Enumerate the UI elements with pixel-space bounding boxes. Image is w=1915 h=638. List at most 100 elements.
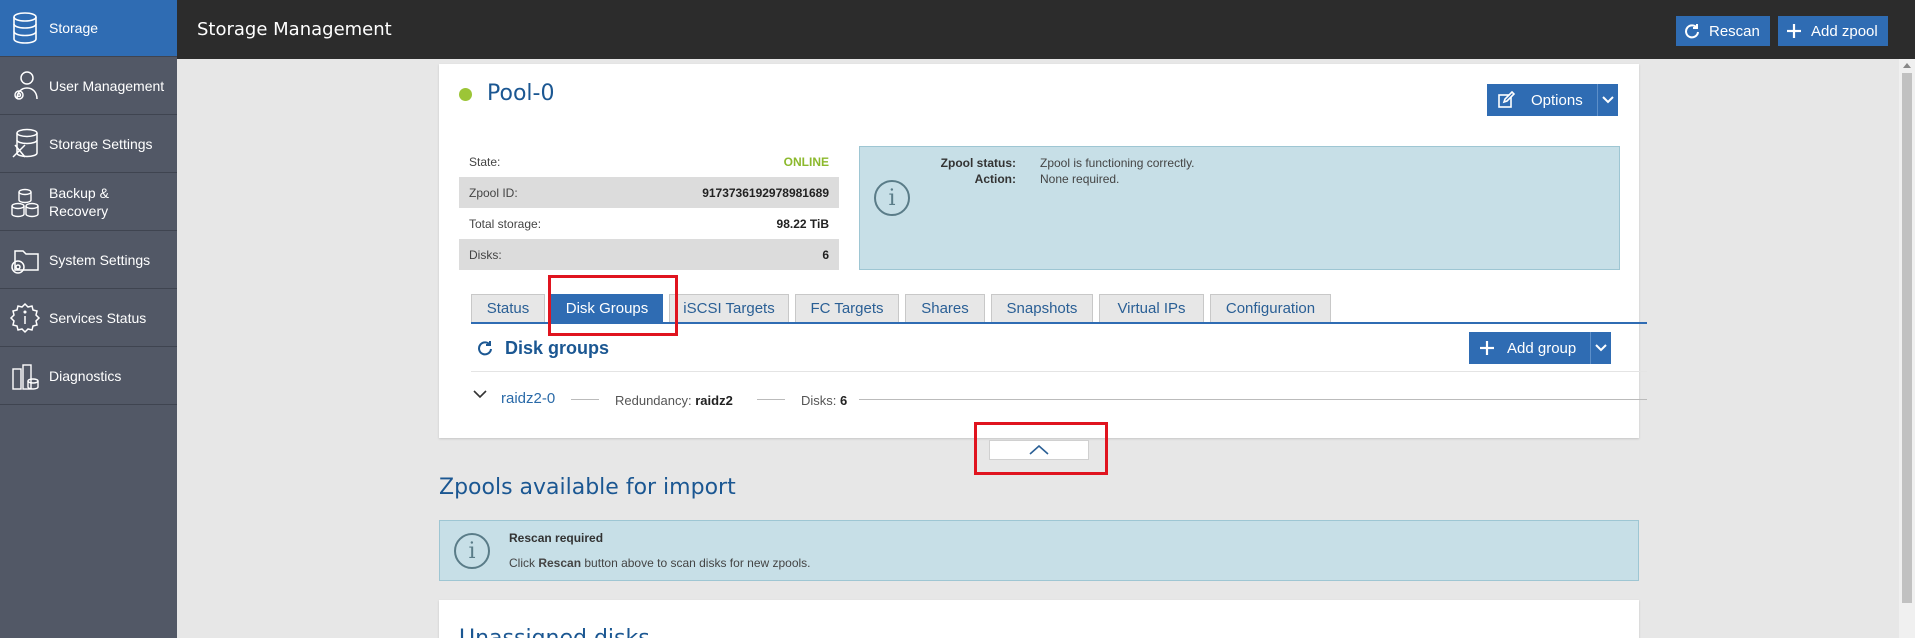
- redundancy-field: Redundancy: raidz2: [615, 393, 733, 408]
- options-dropdown-toggle[interactable]: [1596, 84, 1618, 116]
- info-key: State:: [469, 154, 501, 169]
- options-main[interactable]: Options: [1487, 84, 1597, 116]
- sidebar-item-label: Services Status: [49, 310, 147, 326]
- divider: [757, 399, 785, 400]
- rescan-button[interactable]: Rescan: [1676, 16, 1770, 46]
- tab-configuration[interactable]: Configuration: [1210, 294, 1331, 322]
- unassigned-disks-card: Unassigned disks: [439, 600, 1639, 638]
- disk-group-name[interactable]: raidz2-0: [501, 390, 555, 407]
- notice-text-part: button above to scan disks for new zpool…: [581, 556, 811, 570]
- tabs-underline: [471, 322, 1647, 324]
- chevron-down-icon[interactable]: [473, 390, 487, 400]
- disk-groups-title: Disk groups: [505, 338, 610, 358]
- info-gear-icon: [0, 290, 49, 347]
- folder-gear-icon: [0, 232, 49, 289]
- sidebar-item-label: User Management: [49, 78, 165, 94]
- disks-field: Disks: 6: [801, 393, 847, 408]
- vertical-scrollbar[interactable]: [1899, 59, 1915, 638]
- info-key: Disks:: [469, 247, 502, 262]
- add-group-main[interactable]: Add group: [1469, 332, 1590, 364]
- top-bar: Storage Management Rescan Add zpool: [177, 0, 1915, 59]
- redundancy-value: raidz2: [695, 393, 733, 408]
- sidebar-item-user-management[interactable]: User Management: [0, 58, 177, 115]
- zpool-status-label: Zpool status:: [940, 156, 1016, 170]
- plus-icon: [1480, 341, 1494, 355]
- sidebar-item-backup-recovery[interactable]: Backup & Recovery: [0, 174, 177, 231]
- pool-info-table: State: ONLINE Zpool ID: 9173736192978981…: [459, 146, 839, 270]
- info-value: 6: [822, 247, 829, 262]
- disks-value: 6: [840, 393, 848, 408]
- action-value: None required.: [1040, 172, 1120, 186]
- tab-fc-targets[interactable]: FC Targets: [795, 294, 899, 322]
- info-icon: i: [874, 180, 910, 216]
- sidebar-item-label: System Settings: [49, 252, 151, 268]
- sidebar-item-label: Storage Settings: [49, 136, 153, 152]
- sidebar-item-storage-settings[interactable]: Storage Settings: [0, 116, 177, 173]
- import-section-title: Zpools available for import: [439, 475, 736, 500]
- info-value: 98.22 TiB: [776, 216, 829, 231]
- tab-shares[interactable]: Shares: [905, 294, 985, 322]
- pool-card: Pool-0 Options State: ONLINE Zpool ID: 9…: [439, 64, 1647, 438]
- add-zpool-button[interactable]: Add zpool: [1778, 16, 1888, 46]
- sidebar-item-services-status[interactable]: Services Status: [0, 290, 177, 347]
- disks-label: Disks:: [801, 393, 837, 408]
- database-icon: [0, 0, 49, 57]
- tab-virtual-ips[interactable]: Virtual IPs: [1099, 294, 1204, 322]
- zpool-status-value: Zpool is functioning correctly.: [1040, 156, 1195, 170]
- refresh-icon: [1685, 24, 1699, 39]
- sidebar-item-diagnostics[interactable]: Diagnostics: [0, 348, 177, 405]
- info-value: ONLINE: [783, 154, 829, 169]
- backup-disks-icon: [0, 174, 49, 231]
- main-content: Pool-0 Options State: ONLINE Zpool ID: 9…: [177, 59, 1915, 638]
- sidebar-item-label: Storage: [49, 20, 99, 36]
- add-zpool-label: Add zpool: [1811, 22, 1878, 40]
- scroll-up-arrow[interactable]: [1903, 63, 1911, 68]
- notice-text-part: Click: [509, 556, 539, 570]
- redundancy-label: Redundancy:: [615, 393, 692, 408]
- rescan-label: Rescan: [1709, 22, 1760, 40]
- divider: [471, 371, 1647, 372]
- zpool-status-box: i Zpool status: Zpool is functioning cor…: [859, 146, 1620, 270]
- info-row-state: State: ONLINE: [459, 146, 839, 177]
- notice-text: Click Rescan button above to scan disks …: [509, 556, 811, 570]
- add-group-label: Add group: [1507, 339, 1577, 357]
- info-icon: i: [454, 533, 490, 569]
- chevron-up-icon: [1029, 445, 1049, 455]
- pool-status-dot: [459, 88, 472, 101]
- notice-text-bold: Rescan: [538, 556, 582, 570]
- options-label: Options: [1531, 91, 1583, 109]
- database-tools-icon: [0, 116, 49, 173]
- collapse-button[interactable]: [989, 440, 1089, 460]
- diagnostics-icon: [0, 348, 49, 405]
- divider: [571, 399, 599, 400]
- user-gear-icon: [0, 58, 49, 115]
- tab-snapshots[interactable]: Snapshots: [991, 294, 1093, 322]
- divider: [859, 399, 1647, 400]
- info-key: Zpool ID:: [469, 185, 518, 200]
- tab-status[interactable]: Status: [471, 294, 545, 322]
- options-button[interactable]: Options: [1487, 84, 1618, 116]
- tab-disk-groups[interactable]: Disk Groups: [551, 294, 663, 322]
- unassigned-disks-title: Unassigned disks: [459, 626, 650, 638]
- add-group-dropdown-toggle[interactable]: [1590, 332, 1611, 364]
- chevron-down-icon: [1601, 96, 1614, 104]
- info-value: 9173736192978981689: [702, 185, 829, 200]
- sidebar-item-label: Backup & Recovery: [49, 185, 109, 219]
- sidebar: Storage User Management Storage Settings: [0, 0, 177, 638]
- scrollbar-thumb[interactable]: [1902, 73, 1912, 603]
- page-title: Storage Management: [197, 19, 392, 40]
- sidebar-item-label: Diagnostics: [49, 368, 122, 384]
- sidebar-item-system-settings[interactable]: System Settings: [0, 232, 177, 289]
- rescan-notice: i Rescan required Click Rescan button ab…: [439, 520, 1639, 581]
- tab-iscsi-targets[interactable]: iSCSI Targets: [669, 294, 789, 322]
- edit-icon: [1498, 91, 1515, 108]
- info-key: Total storage:: [469, 216, 542, 231]
- add-group-button[interactable]: Add group: [1469, 332, 1612, 364]
- notice-title: Rescan required: [509, 531, 604, 545]
- info-row-total-storage: Total storage: 98.22 TiB: [459, 208, 839, 239]
- action-label: Action:: [974, 172, 1016, 186]
- refresh-icon[interactable]: [477, 340, 493, 356]
- sidebar-item-storage[interactable]: Storage: [0, 0, 177, 57]
- pool-name: Pool-0: [487, 81, 555, 106]
- plus-icon: [1787, 24, 1801, 38]
